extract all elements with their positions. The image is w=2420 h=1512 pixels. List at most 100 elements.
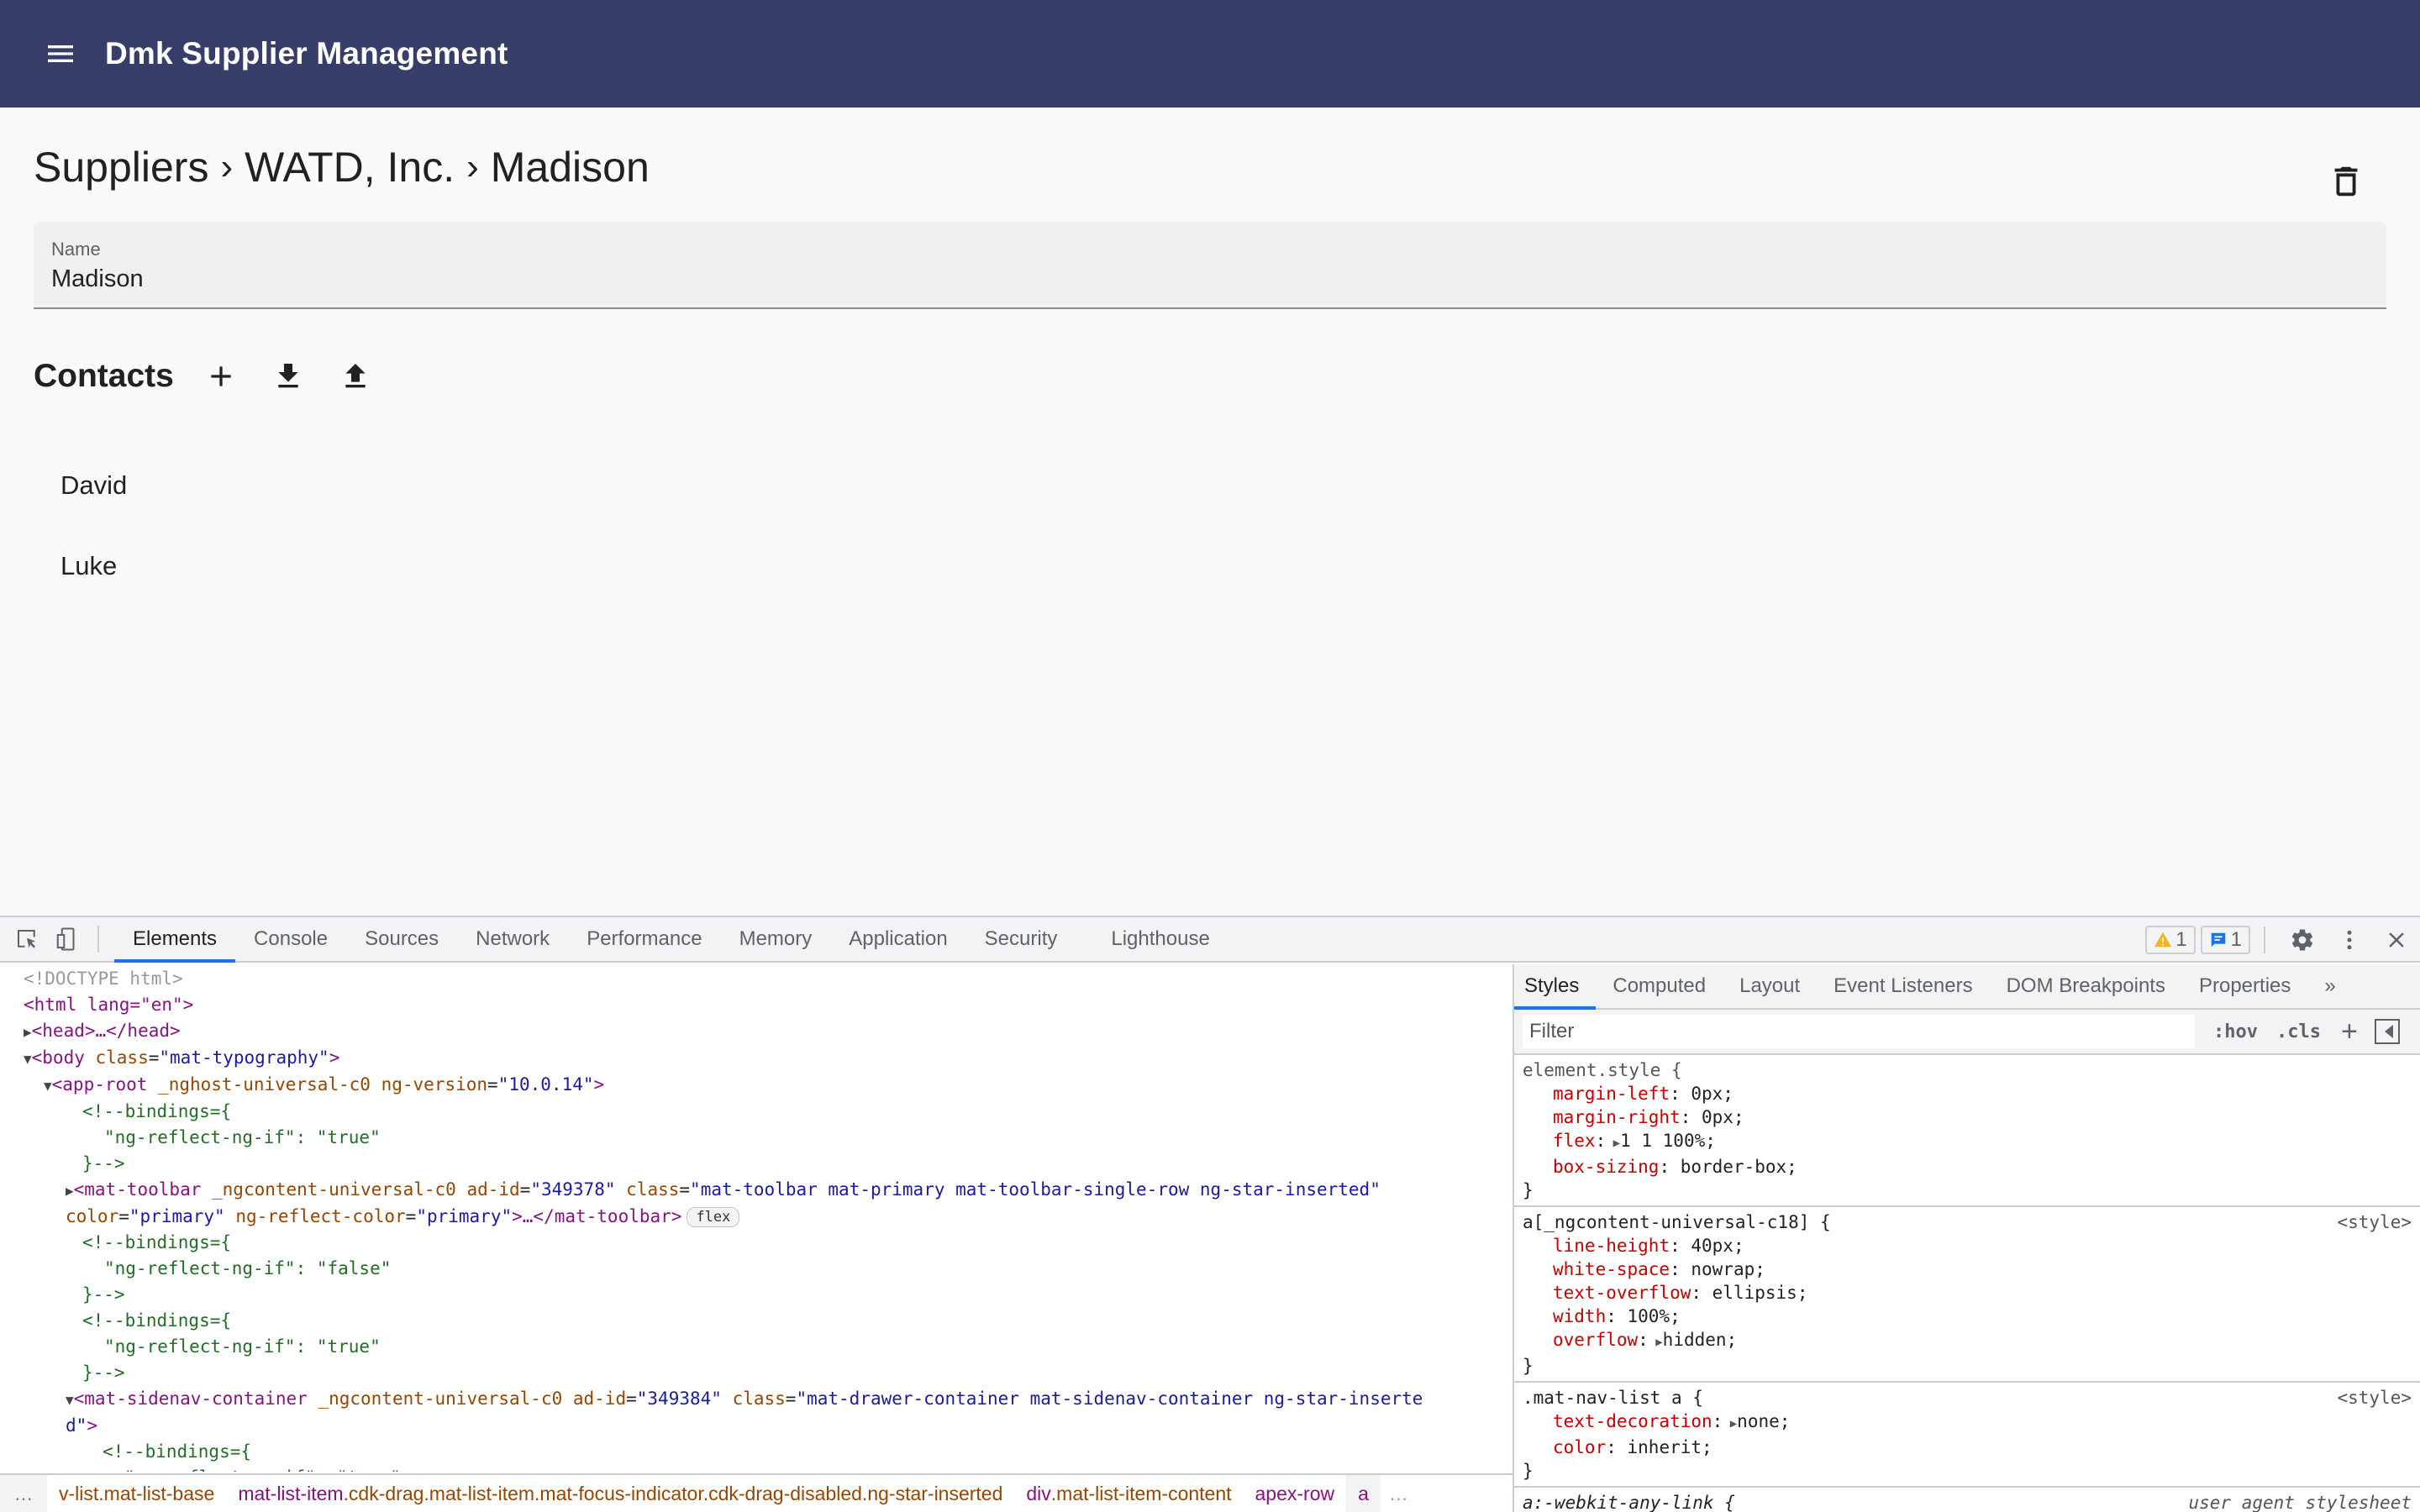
name-field[interactable]: Name bbox=[34, 222, 2386, 309]
close-devtools-button[interactable] bbox=[2373, 917, 2420, 963]
dom-node[interactable]: ▼<body class="mat-typography"> bbox=[0, 1045, 1512, 1072]
styles-filter-bar: :hov .cls + bbox=[1514, 1010, 2420, 1055]
warnings-badge[interactable]: 1 bbox=[2145, 926, 2196, 954]
dom-node-cont: d"> bbox=[66, 1415, 97, 1436]
device-icon bbox=[56, 927, 75, 951]
expand-triangle-icon[interactable]: ▶ bbox=[24, 1024, 32, 1040]
crumbs-scroll-right[interactable]: … bbox=[1381, 1483, 1417, 1505]
more-tabs-icon[interactable]: » bbox=[2307, 964, 2352, 1008]
css-declaration[interactable]: margin-right: 0px; bbox=[1523, 1105, 2420, 1129]
css-selector[interactable]: a[_ngcontent-universal-c18] { bbox=[1523, 1210, 2420, 1234]
tab-security[interactable]: Security bbox=[966, 917, 1076, 961]
devtools-body: <!DOCTYPE html> <html lang="en"> ▶<head>… bbox=[0, 964, 2420, 1512]
collapse-triangle-icon[interactable]: ▼ bbox=[44, 1078, 52, 1094]
hover-state-button[interactable]: :hov bbox=[2213, 1021, 2258, 1042]
tab-application[interactable]: Application bbox=[830, 917, 965, 961]
css-declaration[interactable]: box-sizing: border-box; bbox=[1523, 1155, 2420, 1179]
rule-source-link[interactable]: <style> bbox=[2337, 1210, 2412, 1234]
device-toolbar-button[interactable] bbox=[47, 917, 87, 961]
flex-badge[interactable]: flex bbox=[687, 1207, 740, 1227]
messages-badge[interactable]: 1 bbox=[2200, 926, 2250, 954]
sidenav-class-wrap: d bbox=[66, 1415, 76, 1436]
dom-crumb[interactable]: apex-row bbox=[1244, 1475, 1347, 1512]
dom-breadcrumbs: … v-list.mat-list-base mat-list-item .cdk… bbox=[0, 1473, 1512, 1512]
tab-layout[interactable]: Layout bbox=[1723, 964, 1817, 1008]
dom-node-cont: color="primary" ng-reflect-color="primar… bbox=[0, 1204, 1512, 1230]
rule-source-link[interactable]: <style> bbox=[2337, 1386, 2412, 1410]
menu-button[interactable] bbox=[30, 24, 91, 84]
dom-node[interactable]: ▶<mat-toolbar _ngcontent-universal-c0 ad… bbox=[0, 1177, 1512, 1204]
dom-crumb-selected[interactable]: a bbox=[1346, 1475, 1381, 1512]
dom-comment[interactable]: <!--bindings={ bbox=[0, 1099, 1512, 1125]
tab-performance[interactable]: Performance bbox=[568, 917, 720, 961]
css-declaration[interactable]: text-overflow: ellipsis; bbox=[1523, 1281, 2420, 1305]
css-declaration[interactable]: margin-left: 0px; bbox=[1523, 1082, 2420, 1105]
name-input[interactable] bbox=[51, 265, 2320, 293]
breadcrumb-supplier[interactable]: WATD, Inc. bbox=[245, 143, 455, 192]
dom-comment[interactable]: <!--bindings={ bbox=[0, 1230, 1512, 1256]
expand-triangle-icon[interactable]: ▶ bbox=[66, 1183, 74, 1199]
tab-properties[interactable]: Properties bbox=[2182, 964, 2307, 1008]
head-tag: <head>…</head> bbox=[31, 1021, 181, 1041]
css-rule: a:-webkit-any-link { user agent styleshe… bbox=[1514, 1488, 2420, 1512]
dom-node[interactable]: ▶<head>…</head> bbox=[0, 1018, 1512, 1045]
tab-styles[interactable]: Styles bbox=[1514, 964, 1597, 1010]
app-title: Dmk Supplier Management bbox=[105, 36, 508, 71]
dom-crumb[interactable]: v-list.mat-list-base bbox=[47, 1475, 226, 1512]
toolbar-adid: 349378 bbox=[540, 1179, 605, 1200]
delete-button[interactable] bbox=[2323, 158, 2370, 205]
tab-sources[interactable]: Sources bbox=[346, 917, 457, 961]
tab-computed[interactable]: Computed bbox=[1596, 964, 1723, 1008]
sidenav-adid: 349384 bbox=[647, 1389, 712, 1409]
download-button[interactable] bbox=[261, 349, 315, 403]
css-selector[interactable]: element.style { bbox=[1523, 1058, 2420, 1082]
dom-node[interactable]: ▼<mat-sidenav-container _ngcontent-unive… bbox=[0, 1386, 1512, 1413]
settings-button[interactable] bbox=[2279, 917, 2326, 963]
tab-dom-breakpoints[interactable]: DOM Breakpoints bbox=[1990, 964, 2182, 1008]
toolbar-class: mat-toolbar mat-primary mat-toolbar-sing… bbox=[700, 1179, 1370, 1200]
collapse-triangle-icon[interactable]: ▼ bbox=[24, 1051, 32, 1067]
crumbs-scroll-left[interactable]: … bbox=[0, 1475, 47, 1512]
collapse-triangle-icon[interactable]: ▼ bbox=[66, 1392, 74, 1408]
tab-elements[interactable]: Elements bbox=[114, 917, 236, 963]
upload-button[interactable] bbox=[329, 349, 382, 403]
tab-event-listeners[interactable]: Event Listeners bbox=[1817, 964, 1989, 1008]
name-field-label: Name bbox=[51, 239, 101, 260]
breadcrumb-suppliers[interactable]: Suppliers bbox=[34, 143, 208, 192]
dom-comment[interactable]: <!--bindings={ bbox=[0, 1308, 1512, 1334]
class-toggle-button[interactable]: .cls bbox=[2276, 1021, 2321, 1042]
add-contact-button[interactable] bbox=[194, 349, 248, 403]
styles-filter-input[interactable] bbox=[1523, 1015, 2195, 1048]
inspect-element-button[interactable] bbox=[7, 917, 47, 961]
css-declaration[interactable]: flex: ▶1 1 100%; bbox=[1523, 1129, 2420, 1155]
contact-item[interactable]: Luke bbox=[34, 526, 2386, 606]
dom-crumb[interactable]: div .mat-list-item-content bbox=[1014, 1475, 1243, 1512]
dom-node[interactable]: <!DOCTYPE html> bbox=[0, 966, 1512, 992]
css-selector[interactable]: .mat-nav-list a { bbox=[1523, 1386, 2420, 1410]
dom-node[interactable]: <html lang="en"> bbox=[0, 992, 1512, 1018]
contacts-title: Contacts bbox=[34, 358, 174, 394]
menu-icon bbox=[48, 45, 73, 62]
dom-tree: <!DOCTYPE html> <html lang="en"> ▶<head>… bbox=[0, 966, 1512, 1472]
tab-lighthouse[interactable]: Lighthouse bbox=[1092, 917, 1228, 961]
rule-close: } bbox=[1523, 1356, 1534, 1376]
css-declaration[interactable]: width: 100%; bbox=[1523, 1305, 2420, 1328]
css-declaration[interactable]: line-height: 40px; bbox=[1523, 1234, 2420, 1257]
dom-comment[interactable]: <!--bindings={ bbox=[0, 1439, 1512, 1465]
dom-crumb[interactable]: mat-list-item .cdk-drag.mat-list-item.mat… bbox=[226, 1475, 1014, 1512]
new-rule-button[interactable]: + bbox=[2341, 1017, 2358, 1046]
css-declaration[interactable]: text-decoration: ▶none; bbox=[1523, 1410, 2420, 1436]
css-declaration[interactable]: overflow: ▶hidden; bbox=[1523, 1328, 2420, 1354]
css-declaration[interactable]: color: inherit; bbox=[1523, 1436, 2420, 1459]
more-options-button[interactable] bbox=[2326, 917, 2373, 963]
dom-node[interactable]: ▼<app-root _nghost-universal-c0 ng-versi… bbox=[0, 1072, 1512, 1099]
tab-console[interactable]: Console bbox=[235, 917, 346, 961]
tab-memory[interactable]: Memory bbox=[721, 917, 831, 961]
tab-network[interactable]: Network bbox=[457, 917, 568, 961]
toggle-sidebar-icon[interactable] bbox=[2374, 1019, 2400, 1044]
messages-count: 1 bbox=[2230, 928, 2242, 951]
dom-comment: "ng-reflect-ng-if": "true" bbox=[104, 1127, 381, 1147]
dom-comment: }--> bbox=[82, 1284, 125, 1305]
css-declaration[interactable]: white-space: nowrap; bbox=[1523, 1257, 2420, 1281]
contact-item[interactable]: David bbox=[34, 445, 2386, 526]
